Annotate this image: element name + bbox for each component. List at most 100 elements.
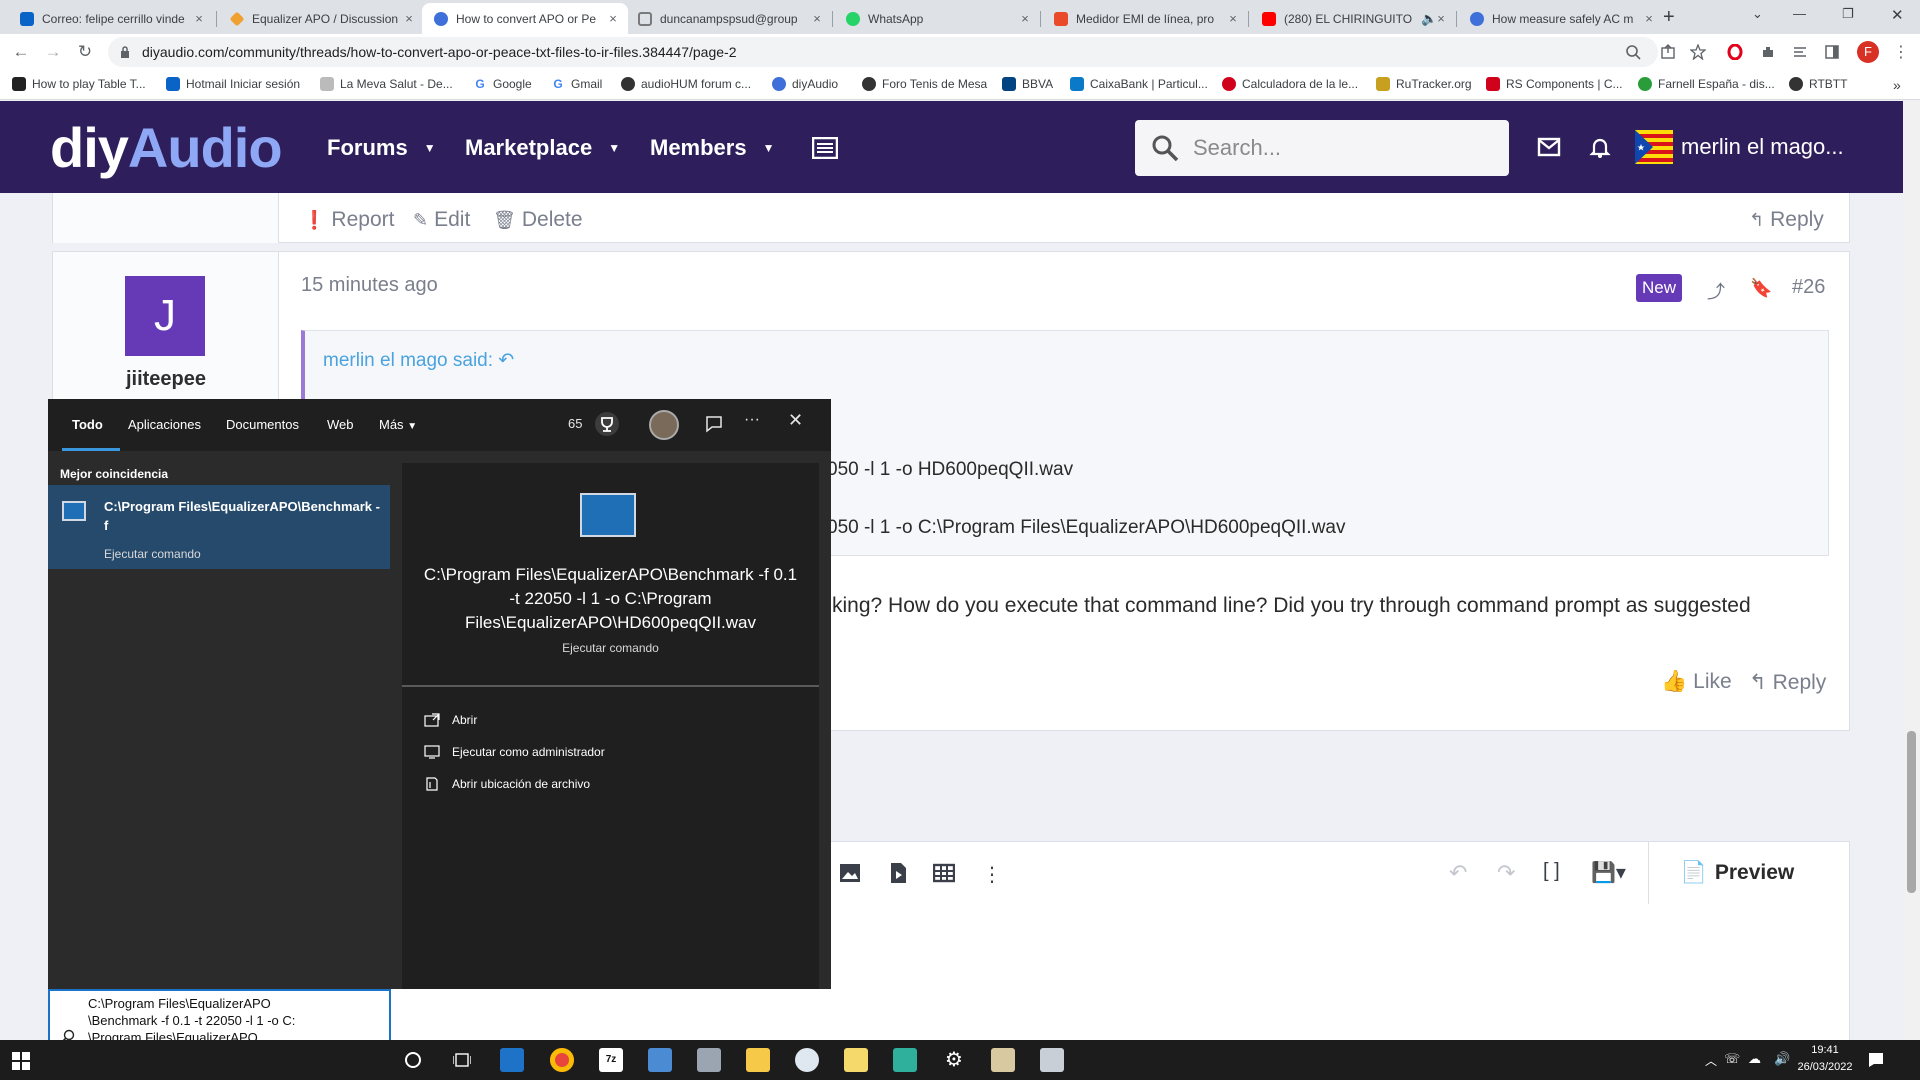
best-match-item[interactable]: C:\Program Files\EqualizerAPO\Benchmark …	[48, 485, 390, 569]
report-button[interactable]: ❗ Report	[303, 208, 394, 232]
store-icon[interactable]	[500, 1048, 524, 1072]
bookmark-item[interactable]: Farnell España - dis...	[1638, 77, 1775, 91]
browser-tab[interactable]: How measure safely AC m ×	[1458, 3, 1664, 34]
bookmark-item[interactable]: Hotmail Iniciar sesión	[166, 77, 300, 91]
cloud-icon[interactable]: ☁	[1748, 1051, 1761, 1067]
bookmark-icon[interactable]: 🔖	[1750, 278, 1772, 299]
app-icon[interactable]	[1040, 1048, 1064, 1072]
site-logo[interactable]: diyAudio	[50, 115, 283, 180]
reading-list-icon[interactable]	[1792, 44, 1808, 60]
7zip-icon[interactable]: 7z	[599, 1048, 623, 1072]
inbox-icon[interactable]	[1537, 135, 1561, 159]
tab-web[interactable]: Web	[327, 417, 354, 432]
browser-tab[interactable]: Medidor EMI de línea, pro ×	[1042, 3, 1248, 34]
new-tab-button[interactable]: +	[1663, 6, 1675, 29]
bookmark-item[interactable]: Foro Tenis de Mesa	[862, 77, 987, 91]
more-options-icon[interactable]: ⋮	[982, 862, 1002, 887]
whats-new-icon[interactable]	[812, 137, 838, 159]
task-view-icon[interactable]	[453, 1052, 471, 1068]
page-scrollbar[interactable]	[1903, 101, 1920, 1040]
edit-button[interactable]: ✎ Edit	[413, 208, 470, 232]
reply-button[interactable]: ↰ Reply	[1749, 208, 1824, 232]
close-tab-icon[interactable]: ×	[1226, 11, 1240, 26]
post-number[interactable]: #26	[1792, 276, 1825, 299]
tab-search-icon[interactable]: ⌄	[1752, 6, 1763, 22]
reload-icon[interactable]: ↻	[75, 42, 95, 62]
cortana-icon[interactable]	[405, 1052, 421, 1068]
user-avatar-icon[interactable]	[649, 410, 679, 440]
delete-button[interactable]: 🗑 Delete	[493, 208, 583, 232]
close-tab-icon[interactable]: ×	[810, 11, 824, 26]
notifications-icon[interactable]	[1868, 1052, 1884, 1068]
settings-gear-icon[interactable]: ⚙	[942, 1048, 966, 1072]
mute-and-close-icon[interactable]: 🔈×	[1418, 11, 1448, 27]
back-icon[interactable]: ←	[11, 42, 31, 62]
opera-extension-icon[interactable]	[1727, 44, 1743, 60]
action-open[interactable]: Abrir	[424, 713, 477, 727]
share-icon[interactable]	[1660, 44, 1676, 60]
browser-tab-active[interactable]: How to convert APO or Pe ×	[422, 3, 628, 34]
nav-forums[interactable]: Forums ▼	[327, 135, 436, 161]
volume-icon[interactable]: 🔊	[1774, 1051, 1790, 1067]
side-panel-icon[interactable]	[1824, 44, 1840, 60]
network-icon[interactable]: ☏	[1724, 1051, 1740, 1067]
windows-start-icon[interactable]	[12, 1052, 30, 1070]
bookmark-item[interactable]: RTBTT	[1789, 77, 1847, 91]
bookmark-item[interactable]: G Google	[473, 77, 532, 91]
browser-menu-icon[interactable]: ⋮	[1893, 42, 1909, 62]
bookmark-item[interactable]: G Gmail	[551, 77, 602, 91]
bookmark-item[interactable]: RuTracker.org	[1376, 77, 1472, 91]
bookmark-item[interactable]: La Meva Salut - De...	[320, 77, 453, 91]
action-open-file-location[interactable]: Abrir ubicación de archivo	[424, 777, 590, 791]
close-tab-icon[interactable]: ×	[1642, 11, 1656, 26]
share-icon[interactable]: ⤴	[1707, 278, 1725, 304]
close-window-icon[interactable]: ✕	[1891, 6, 1904, 24]
bell-icon[interactable]	[1588, 135, 1612, 159]
site-search-input[interactable]: Search...	[1135, 120, 1509, 176]
bookmark-item[interactable]: BBVA	[1002, 77, 1053, 91]
user-menu[interactable]: merlin el mago...	[1635, 130, 1844, 164]
nav-members[interactable]: Members ▼	[650, 135, 774, 161]
feedback-icon[interactable]	[704, 414, 724, 434]
toggle-bbcode-icon[interactable]: [ ]	[1543, 860, 1560, 883]
bookmark-item[interactable]: audioHUM forum c...	[621, 77, 751, 91]
close-tab-icon[interactable]: ×	[606, 11, 620, 26]
browser-tab[interactable]: Correo: felipe cerrillo vinde ×	[8, 3, 214, 34]
trophy-icon[interactable]	[594, 411, 620, 437]
bookmark-item[interactable]: Calculadora de la le...	[1222, 77, 1358, 91]
app-icon[interactable]	[991, 1048, 1015, 1072]
browser-tab[interactable]: WhatsApp ×	[834, 3, 1040, 34]
app-icon[interactable]	[795, 1048, 819, 1072]
zoom-icon[interactable]	[1625, 44, 1641, 60]
insert-table-icon[interactable]	[933, 862, 955, 884]
like-button[interactable]: 👍 Like	[1661, 670, 1732, 694]
tab-mas[interactable]: Más ▼	[379, 417, 417, 432]
extensions-icon[interactable]	[1760, 44, 1776, 60]
undo-icon[interactable]: ↶	[1449, 860, 1467, 886]
avatar[interactable]: J	[125, 276, 205, 356]
minimize-icon[interactable]: —	[1793, 6, 1806, 21]
forward-icon[interactable]: →	[43, 42, 63, 62]
bookmark-item[interactable]: diyAudio	[772, 77, 838, 91]
close-tab-icon[interactable]: ×	[402, 11, 416, 26]
tab-todo[interactable]: Todo	[72, 417, 103, 432]
draft-save-icon[interactable]: 💾▾	[1591, 860, 1626, 885]
post-timestamp[interactable]: 15 minutes ago	[301, 274, 438, 297]
nav-marketplace[interactable]: Marketplace ▼	[465, 135, 620, 161]
insert-image-icon[interactable]	[839, 862, 861, 884]
app-icon[interactable]	[893, 1048, 917, 1072]
browser-tab[interactable]: duncanampspsud@group ×	[626, 3, 832, 34]
quote-author[interactable]: merlin el mago said: ↶	[323, 349, 514, 372]
chrome-icon[interactable]	[550, 1048, 574, 1072]
bookmark-item[interactable]: RS Components | C...	[1486, 77, 1623, 91]
more-bookmarks-icon[interactable]: »	[1893, 77, 1901, 93]
browser-tab[interactable]: Equalizer APO / Discussion ×	[218, 3, 424, 34]
app-icon[interactable]	[697, 1048, 721, 1072]
tab-documentos[interactable]: Documentos	[226, 417, 299, 432]
notepad-icon[interactable]	[844, 1048, 868, 1072]
action-run-as-admin[interactable]: Ejecutar como administrador	[424, 745, 605, 759]
file-explorer-icon[interactable]	[746, 1048, 770, 1072]
clock-date[interactable]: 26/03/2022	[1790, 1061, 1860, 1073]
profile-avatar[interactable]: F	[1857, 41, 1879, 63]
insert-media-icon[interactable]	[887, 862, 909, 884]
